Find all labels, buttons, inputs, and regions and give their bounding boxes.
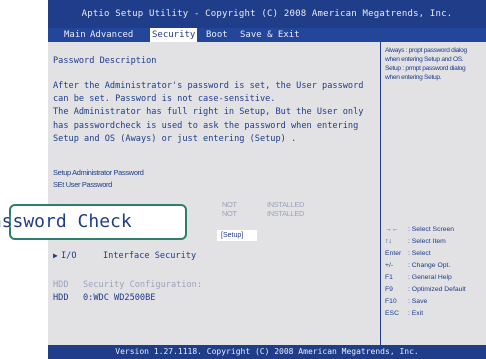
hdd-prefix: HDD: [53, 293, 69, 303]
section-title: Password Description: [53, 56, 157, 66]
key-label: +/-: [385, 262, 394, 269]
arrow-up-down-icon: ↑↓: [385, 238, 392, 245]
tab-advanced[interactable]: Advanced: [90, 28, 133, 42]
set-user-password-item[interactable]: SEt User Password: [53, 180, 112, 189]
user-status-value: INSTALLED: [267, 209, 305, 218]
help-line: Setup : prmpt password dialog: [385, 65, 466, 72]
key-label: ESC: [385, 310, 399, 317]
title-bar: Aptio Setup Utility - Copyright (C) 2008…: [48, 0, 486, 28]
interface-security-item[interactable]: Interface Security: [103, 251, 196, 261]
io-label: I/O: [61, 251, 77, 261]
settings-panel: Password Description After the Administr…: [48, 42, 381, 345]
key-label: F9: [385, 286, 393, 293]
key-desc: : General Help: [408, 274, 452, 281]
key-desc: : Optimized Default: [408, 286, 466, 293]
admin-status-value: INSTALLED: [267, 200, 305, 209]
key-desc: : Select Item: [408, 238, 446, 245]
key-desc: : Save: [408, 298, 428, 305]
key-label: F10: [385, 298, 397, 305]
setup-admin-password-item[interactable]: Setup Administrator Password: [53, 168, 144, 177]
arrow-left-right-icon: →←: [385, 226, 399, 233]
tab-main[interactable]: Main: [64, 28, 86, 42]
description-line: can be set. Password is not case-sensiti…: [53, 94, 276, 104]
hdd-security-label: Security Configuration:: [83, 280, 202, 290]
menu-bar: Main Advanced Security Boot Save & Exit: [48, 28, 486, 42]
key-desc: : Change Opt.: [408, 262, 451, 269]
user-status-label: NOT: [222, 209, 237, 218]
key-label: F1: [385, 274, 393, 281]
description-line: has passwordcheck is used to ask the pas…: [53, 121, 359, 131]
password-check-callout-label[interactable]: Password Check: [0, 202, 132, 242]
description-line: The Administrator has full right in Setu…: [53, 107, 364, 117]
help-line: when entering Setup and OS.: [385, 56, 464, 63]
description-line: After the Administrator's password is se…: [53, 81, 364, 91]
bios-window: Aptio Setup Utility - Copyright (C) 2008…: [48, 0, 486, 359]
key-desc: : Select Screen: [408, 226, 455, 233]
footer-version: Version 1.27.1118. Copyright (C) 2008 Am…: [48, 345, 486, 359]
tab-security[interactable]: Security: [150, 28, 198, 42]
help-line: when entering Setup.: [385, 74, 442, 81]
key-label: Enter: [385, 250, 402, 257]
help-line: Always : propt password dialog: [385, 47, 467, 54]
key-desc: : Exit: [408, 310, 424, 317]
description-line: Setup and OS (Aways) or just entering (S…: [53, 134, 297, 144]
help-panel: Always : propt password dialog when ente…: [381, 42, 486, 345]
tab-save-exit[interactable]: Save & Exit: [240, 28, 300, 42]
hdd-security-prefix: HDD: [53, 280, 69, 290]
tab-boot[interactable]: Boot: [206, 28, 228, 42]
hdd-device-value[interactable]: 0:WDC WD2500BE: [83, 293, 155, 303]
key-desc: : Select: [408, 250, 431, 257]
admin-status-label: NOT: [222, 200, 237, 209]
submenu-arrow-icon: ▶: [53, 251, 58, 260]
password-check-value[interactable]: [Setup]: [217, 230, 257, 241]
